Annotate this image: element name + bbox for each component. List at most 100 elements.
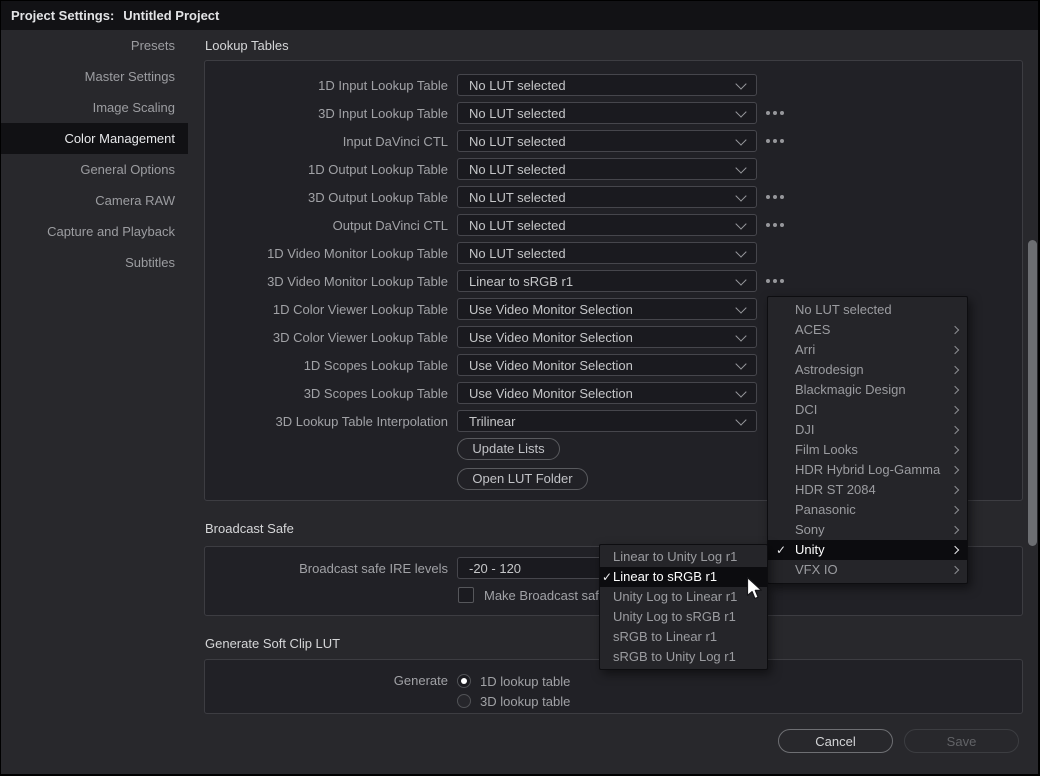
menu-item-label: Linear to Unity Log r1	[613, 549, 737, 564]
chevron-down-icon	[735, 106, 746, 117]
settings-nav: Presets Master Settings Image Scaling Co…	[1, 30, 188, 278]
chevron-down-icon	[735, 330, 746, 341]
menu-item-label: Unity	[795, 542, 825, 557]
dropdown-3d-output-lut[interactable]: No LUT selected	[457, 186, 757, 208]
ellipsis-icon	[766, 223, 784, 227]
dropdown-value: Use Video Monitor Selection	[458, 330, 633, 345]
menu-item-no-lut-selected[interactable]: No LUT selected	[768, 300, 967, 320]
menu-item-label: DCI	[795, 402, 817, 417]
sidebar-item-presets[interactable]: Presets	[1, 30, 188, 61]
radio-1d-lookup-table[interactable]: 1D lookup table	[457, 671, 570, 691]
submenu-item-srgb-to-linear-r1[interactable]: sRGB to Linear r1	[600, 627, 767, 647]
submenu-item-unity-log-to-srgb-r1[interactable]: Unity Log to sRGB r1	[600, 607, 767, 627]
menu-item-dji[interactable]: DJI	[768, 420, 967, 440]
dropdown-value: No LUT selected	[458, 78, 566, 93]
menu-item-unity[interactable]: ✓ Unity	[768, 540, 967, 560]
radio-selected-icon	[457, 674, 471, 688]
menu-item-film-looks[interactable]: Film Looks	[768, 440, 967, 460]
submenu-item-linear-to-srgb-r1[interactable]: ✓ Linear to sRGB r1	[600, 567, 767, 587]
lut-options-button[interactable]	[766, 102, 784, 124]
submenu-arrow-icon	[951, 486, 959, 494]
sidebar-item-camera-raw[interactable]: Camera RAW	[1, 185, 188, 216]
menu-item-label: sRGB to Linear r1	[613, 629, 717, 644]
open-lut-folder-button[interactable]: Open LUT Folder	[457, 468, 588, 490]
lut-options-button[interactable]	[766, 214, 784, 236]
dropdown-value: Use Video Monitor Selection	[458, 386, 633, 401]
sidebar-item-subtitles[interactable]: Subtitles	[1, 247, 188, 278]
menu-item-label: Film Looks	[795, 442, 858, 457]
menu-item-hdr-st-2084[interactable]: HDR ST 2084	[768, 480, 967, 500]
menu-item-label: HDR ST 2084	[795, 482, 876, 497]
dropdown-3d-scopes-lut[interactable]: Use Video Monitor Selection	[457, 382, 757, 404]
field-label: 3D Scopes Lookup Table	[205, 386, 448, 401]
cancel-button[interactable]: Cancel	[778, 729, 893, 753]
lut-row: 1D Output Lookup Table No LUT selected	[205, 155, 1022, 183]
dialog-title: Project Settings:	[11, 8, 114, 23]
menu-item-label: Linear to sRGB r1	[613, 569, 717, 584]
lut-row: 3D Video Monitor Lookup Table Linear to …	[205, 267, 1022, 295]
field-label: 1D Video Monitor Lookup Table	[205, 246, 448, 261]
menu-item-label: HDR Hybrid Log-Gamma	[795, 462, 940, 477]
submenu-arrow-icon	[951, 426, 959, 434]
generate-row: Generate 1D lookup table 3D lookup table	[205, 671, 1022, 711]
dropdown-value: Use Video Monitor Selection	[458, 358, 633, 373]
lut-row: Output DaVinci CTL No LUT selected	[205, 211, 1022, 239]
mouse-cursor	[746, 576, 764, 605]
dropdown-3d-video-monitor-lut[interactable]: Linear to sRGB r1	[457, 270, 757, 292]
field-label: Generate	[205, 671, 448, 691]
dropdown-1d-color-viewer-lut[interactable]: Use Video Monitor Selection	[457, 298, 757, 320]
chevron-down-icon	[735, 302, 746, 313]
dropdown-output-davinci-ctl[interactable]: No LUT selected	[457, 214, 757, 236]
dropdown-3d-color-viewer-lut[interactable]: Use Video Monitor Selection	[457, 326, 757, 348]
dropdown-1d-scopes-lut[interactable]: Use Video Monitor Selection	[457, 354, 757, 376]
submenu-arrow-icon	[951, 546, 959, 554]
menu-item-dci[interactable]: DCI	[768, 400, 967, 420]
titlebar: Project Settings: Untitled Project	[1, 1, 1038, 30]
scrollbar-thumb[interactable]	[1028, 240, 1037, 546]
menu-item-label: Astrodesign	[795, 362, 864, 377]
submenu-arrow-icon	[951, 566, 959, 574]
menu-item-aces[interactable]: ACES	[768, 320, 967, 340]
sidebar-item-general-options[interactable]: General Options	[1, 154, 188, 185]
lut-options-button[interactable]	[766, 186, 784, 208]
dropdown-1d-output-lut[interactable]: No LUT selected	[457, 158, 757, 180]
menu-item-blackmagic-design[interactable]: Blackmagic Design	[768, 380, 967, 400]
submenu-item-unity-log-to-linear-r1[interactable]: Unity Log to Linear r1	[600, 587, 767, 607]
update-lists-button[interactable]: Update Lists	[457, 438, 560, 460]
dropdown-3d-input-lut[interactable]: No LUT selected	[457, 102, 757, 124]
sidebar-item-image-scaling[interactable]: Image Scaling	[1, 92, 188, 123]
field-label: 3D Output Lookup Table	[205, 190, 448, 205]
field-label: 3D Color Viewer Lookup Table	[205, 330, 448, 345]
menu-item-vfx-io[interactable]: VFX IO	[768, 560, 967, 580]
submenu-item-srgb-to-unity-log-r1[interactable]: sRGB to Unity Log r1	[600, 647, 767, 667]
menu-item-hdr-hybrid-log-gamma[interactable]: HDR Hybrid Log-Gamma	[768, 460, 967, 480]
dropdown-value: No LUT selected	[458, 246, 566, 261]
chevron-down-icon	[735, 134, 746, 145]
dropdown-value: No LUT selected	[458, 106, 566, 121]
submenu-arrow-icon	[951, 366, 959, 374]
sidebar-item-master-settings[interactable]: Master Settings	[1, 61, 188, 92]
lut-row: 1D Input Lookup Table No LUT selected	[205, 71, 1022, 99]
submenu-arrow-icon	[951, 406, 959, 414]
generate-radio-group: 1D lookup table 3D lookup table	[457, 671, 570, 711]
dropdown-input-davinci-ctl[interactable]: No LUT selected	[457, 130, 757, 152]
menu-item-arri[interactable]: Arri	[768, 340, 967, 360]
submenu-item-linear-to-unity-log-r1[interactable]: Linear to Unity Log r1	[600, 547, 767, 567]
menu-item-panasonic[interactable]: Panasonic	[768, 500, 967, 520]
radio-3d-lookup-table[interactable]: 3D lookup table	[457, 691, 570, 711]
menu-item-sony[interactable]: Sony	[768, 520, 967, 540]
field-label: Input DaVinci CTL	[205, 134, 448, 149]
make-broadcast-safe-checkbox[interactable]	[458, 587, 474, 603]
lut-options-button[interactable]	[766, 130, 784, 152]
save-button[interactable]: Save	[904, 729, 1019, 753]
dropdown-value: Linear to sRGB r1	[458, 274, 573, 289]
dropdown-3d-lut-interpolation[interactable]: Trilinear	[457, 410, 757, 432]
lut-options-button[interactable]	[766, 270, 784, 292]
unity-lut-submenu: Linear to Unity Log r1 ✓ Linear to sRGB …	[599, 544, 768, 670]
dropdown-1d-input-lut[interactable]: No LUT selected	[457, 74, 757, 96]
ellipsis-icon	[766, 111, 784, 115]
sidebar-item-capture-and-playback[interactable]: Capture and Playback	[1, 216, 188, 247]
menu-item-astrodesign[interactable]: Astrodesign	[768, 360, 967, 380]
dropdown-1d-video-monitor-lut[interactable]: No LUT selected	[457, 242, 757, 264]
sidebar-item-color-management[interactable]: Color Management	[1, 123, 188, 154]
